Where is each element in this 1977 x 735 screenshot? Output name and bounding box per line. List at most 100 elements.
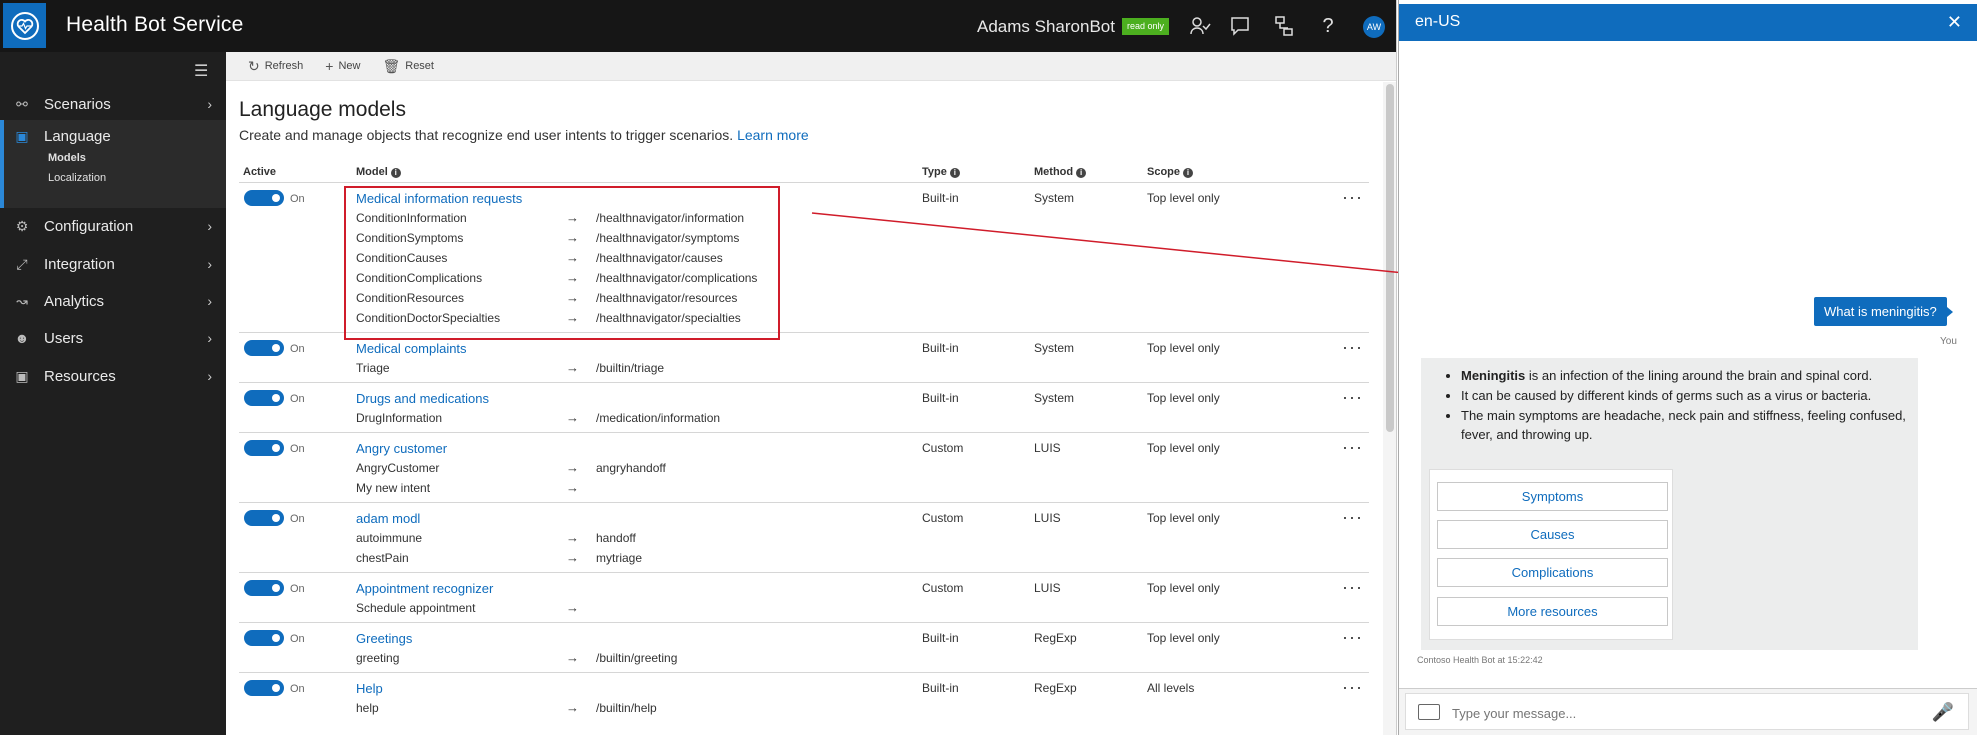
avatar[interactable]: AW (1363, 16, 1385, 38)
message-input[interactable] (1452, 703, 1922, 723)
arrow-icon: → (566, 410, 579, 425)
sidebar-item-resources[interactable]: ▣ Resources › (0, 358, 226, 394)
method-cell: RegExp (1034, 631, 1077, 645)
table-row: On adam modl Custom LUIS Top level only … (239, 502, 1369, 572)
refresh-button[interactable]: ↻ Refresh (248, 58, 303, 75)
scrollbar-thumb[interactable] (1386, 84, 1394, 432)
toggle-label: On (290, 583, 305, 595)
app-title: Health Bot Service (66, 13, 244, 36)
sidebar-sub-localization[interactable]: Localization (48, 172, 106, 184)
scope-cell: Top level only (1147, 391, 1220, 405)
info-icon[interactable]: i (1183, 168, 1194, 178)
sidebar-item-label: Configuration (44, 217, 134, 235)
chat-header: en-US ✕ (1399, 4, 1977, 41)
learn-more-link[interactable]: Learn more (737, 127, 809, 143)
model-name-link[interactable]: Drugs and medications (356, 391, 489, 406)
sidebar-item-configuration[interactable]: ⚙ Configuration › (0, 208, 226, 244)
causes-button[interactable]: Causes (1437, 520, 1668, 549)
header-active[interactable]: Active (243, 166, 276, 178)
more-options-icon[interactable]: ··· (1342, 507, 1363, 528)
chat-input-container: 🎤 (1405, 693, 1969, 730)
chevron-right-icon: › (207, 256, 212, 272)
sidebar-item-analytics[interactable]: ↝ Analytics › (0, 283, 226, 319)
active-toggle[interactable] (244, 440, 284, 456)
heart-logo-icon[interactable] (3, 3, 46, 48)
hamburger-menu-icon[interactable]: ☰ (194, 61, 210, 81)
table-row: On Appointment recognizer Custom LUIS To… (239, 572, 1369, 622)
upload-image-icon[interactable] (1418, 704, 1440, 720)
info-icon[interactable]: i (949, 168, 960, 178)
webchat-panel: en-US ✕ What is meningitis? You Meningit… (1398, 0, 1977, 735)
active-toggle[interactable] (244, 390, 284, 406)
people-icon[interactable] (1188, 14, 1212, 38)
help-icon[interactable]: ? (1316, 14, 1340, 38)
more-options-icon[interactable]: ··· (1342, 437, 1363, 458)
sidebar-item-label: Analytics (44, 292, 105, 310)
active-toggle[interactable] (244, 630, 284, 646)
scope-cell: All levels (1147, 681, 1195, 695)
info-icon[interactable]: i (1076, 168, 1087, 178)
active-toggle[interactable] (244, 680, 284, 696)
more-resources-button[interactable]: More resources (1437, 597, 1668, 626)
sidebar-item-language[interactable]: ▣ Language Models Localization (0, 120, 226, 208)
chart-icon: ↝ (16, 292, 28, 309)
more-options-icon[interactable]: ··· (1342, 387, 1363, 408)
chevron-right-icon: › (207, 96, 212, 112)
intent-name: DrugInformation (356, 411, 443, 425)
flow-icon[interactable] (1272, 14, 1296, 38)
model-name-link[interactable]: adam modl (356, 511, 420, 526)
sidebar-item-users[interactable]: ☻ Users › (0, 320, 226, 356)
bullet-item: The main symptoms are headache, neck pai… (1461, 406, 1911, 444)
table-row: On Greetings Built-in RegExp Top level o… (239, 622, 1369, 672)
sidebar-item-scenarios[interactable]: ⚯ Scenarios › (0, 86, 226, 122)
active-toggle[interactable] (244, 340, 284, 356)
suggested-actions-card: Symptoms Causes Complications More resou… (1429, 469, 1673, 640)
scope-cell: Top level only (1147, 191, 1220, 205)
model-name-link[interactable]: Help (356, 681, 383, 696)
model-name-link[interactable]: Appointment recognizer (356, 581, 493, 596)
intent-target: handoff (596, 531, 636, 545)
intent-target: angryhandoff (596, 461, 666, 475)
image-icon: ▣ (15, 367, 29, 384)
microphone-icon[interactable]: 🎤 (1932, 702, 1954, 723)
users-icon: ☻ (14, 330, 30, 346)
reset-button[interactable]: 🗑 Reset (382, 58, 434, 75)
model-name-link[interactable]: Angry customer (356, 441, 447, 456)
symptoms-button[interactable]: Symptoms (1437, 482, 1668, 511)
toggle-label: On (290, 343, 305, 355)
more-options-icon[interactable]: ··· (1342, 627, 1363, 648)
header-scope[interactable]: Scope i (1147, 166, 1194, 178)
new-button[interactable]: + New (325, 58, 360, 74)
sidebar-item-integration[interactable]: ⤢ Integration › (0, 246, 226, 282)
table-row: On Help Built-in RegExp All levels ··· h… (239, 672, 1369, 722)
more-options-icon[interactable]: ··· (1342, 577, 1363, 598)
method-cell: System (1034, 191, 1075, 205)
message-timestamp: Contoso Health Bot at 15:22:42 (1417, 655, 1543, 665)
active-toggle[interactable] (244, 580, 284, 596)
bullet-text: It can be caused by different kinds of g… (1461, 388, 1872, 403)
intent-target: /builtin/help (596, 701, 657, 715)
header-type-label: Type (922, 166, 947, 178)
more-options-icon[interactable]: ··· (1342, 337, 1363, 358)
main-content: Language models Create and manage object… (226, 82, 1384, 735)
more-options-icon[interactable]: ··· (1342, 187, 1363, 208)
user-label: You (1940, 336, 1957, 347)
active-toggle[interactable] (244, 510, 284, 526)
top-bar: Health Bot Service Adams SharonBot read … (0, 0, 1396, 52)
sidebar-item-label: Scenarios (44, 95, 111, 113)
close-icon[interactable]: ✕ (1947, 12, 1962, 33)
command-toolbar: ↻ Refresh + New 🗑 Reset (226, 52, 1396, 81)
header-model[interactable]: Model i (356, 166, 401, 178)
model-name-link[interactable]: Greetings (356, 631, 412, 646)
header-type[interactable]: Type i (922, 166, 960, 178)
info-icon[interactable]: i (390, 168, 401, 178)
model-name-link[interactable]: Medical complaints (356, 341, 467, 356)
header-method[interactable]: Method i (1034, 166, 1087, 178)
sidebar-sub-models[interactable]: Models (48, 152, 86, 164)
chat-icon[interactable] (1228, 14, 1252, 38)
vertical-scrollbar[interactable] (1383, 82, 1396, 735)
complications-button[interactable]: Complications (1437, 558, 1668, 587)
more-options-icon[interactable]: ··· (1342, 677, 1363, 698)
toggle-label: On (290, 443, 305, 455)
active-toggle[interactable] (244, 190, 284, 206)
